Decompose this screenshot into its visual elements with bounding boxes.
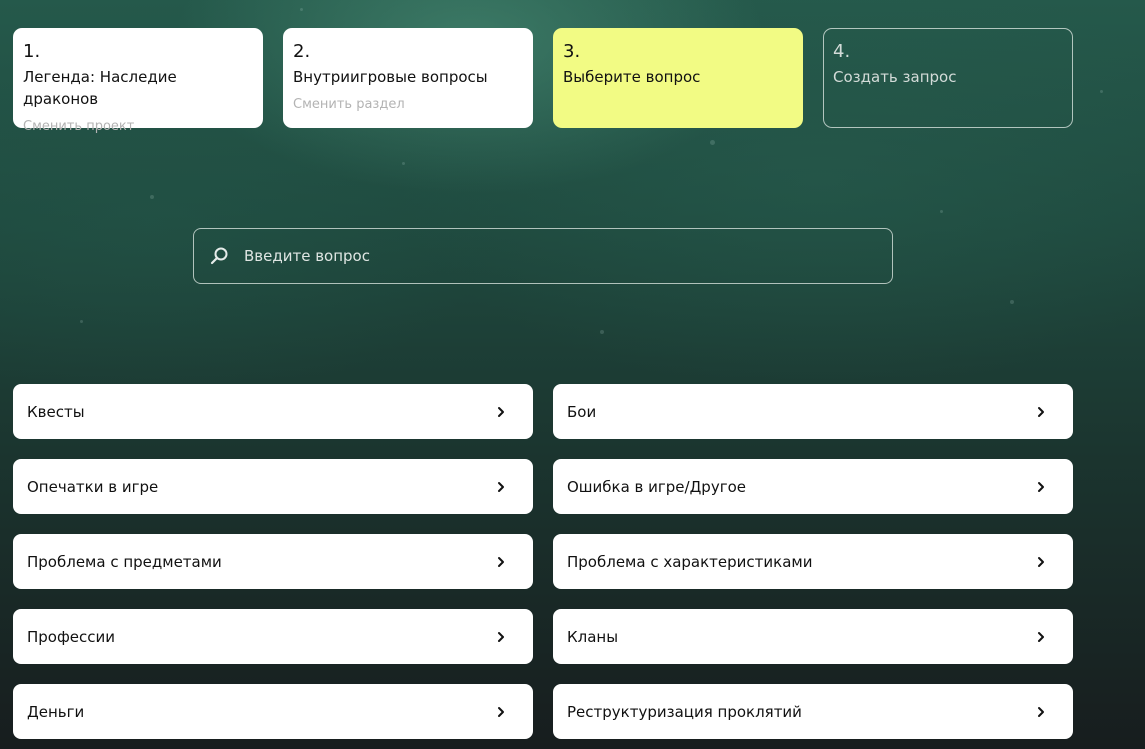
chevron-right-icon [1033,629,1049,645]
step-number: 4. [833,41,851,62]
topic-button[interactable]: Реструктуризация проклятий [553,684,1073,739]
topic-label: Проблема с предметами [27,552,222,571]
step-number: 1. [23,41,41,62]
chevron-right-icon [1033,704,1049,720]
topic-button[interactable]: Бои [553,384,1073,439]
chevron-right-icon [1033,554,1049,570]
background-speck [1010,300,1014,304]
search-input[interactable] [242,246,892,266]
topic-label: Проблема с характеристиками [567,552,813,571]
change-project-link[interactable]: Сменить проект [23,118,253,136]
search-box[interactable] [193,228,893,284]
step-number: 3. [563,41,581,62]
topic-button[interactable]: Опечатки в игре [13,459,533,514]
background-speck [940,210,943,213]
topic-label: Профессии [27,627,116,646]
topic-label: Ошибка в игре/Другое [567,477,746,496]
step-card-question-active: 3. Выберите вопрос [553,28,803,128]
topic-button[interactable]: Профессии [13,609,533,664]
topic-button[interactable]: Проблема с предметами [13,534,533,589]
step-card-project[interactable]: 1. Легенда: Наследие драконов Сменить пр… [13,28,263,134]
background-speck [600,330,604,334]
step-card-section[interactable]: 2. Внутриигровые вопросы Сменить раздел [283,28,533,128]
topic-button[interactable]: Проблема с характеристиками [553,534,1073,589]
background-speck [80,320,83,323]
topic-label: Опечатки в игре [27,477,159,496]
chevron-right-icon [1033,479,1049,495]
step-title: Выберите вопрос [563,68,701,86]
step-title: Внутриигровые вопросы [293,68,488,86]
step-title: Легенда: Наследие драконов [23,68,177,108]
topic-button[interactable]: Квесты [13,384,533,439]
topic-label: Деньги [27,702,85,721]
chevron-right-icon [493,479,509,495]
chevron-right-icon [1033,404,1049,420]
step-card-create-request: 4. Создать запрос [823,28,1073,128]
chevron-right-icon [493,404,509,420]
topic-label: Квесты [27,402,85,421]
change-section-link[interactable]: Сменить раздел [293,96,523,114]
chevron-right-icon [493,629,509,645]
chevron-right-icon [493,554,509,570]
step-number: 2. [293,41,311,62]
topic-label: Реструктуризация проклятий [567,702,802,721]
background-speck [402,162,405,165]
search-icon [208,245,230,267]
chevron-right-icon [493,704,509,720]
topic-label: Кланы [567,627,619,646]
background-speck [150,195,154,199]
background-speck [300,8,303,11]
topic-button[interactable]: Ошибка в игре/Другое [553,459,1073,514]
topic-button[interactable]: Кланы [553,609,1073,664]
topic-button[interactable]: Деньги [13,684,533,739]
background-speck [710,140,715,145]
background-speck [1100,90,1103,93]
step-title: Создать запрос [833,68,957,86]
topic-label: Бои [567,402,597,421]
